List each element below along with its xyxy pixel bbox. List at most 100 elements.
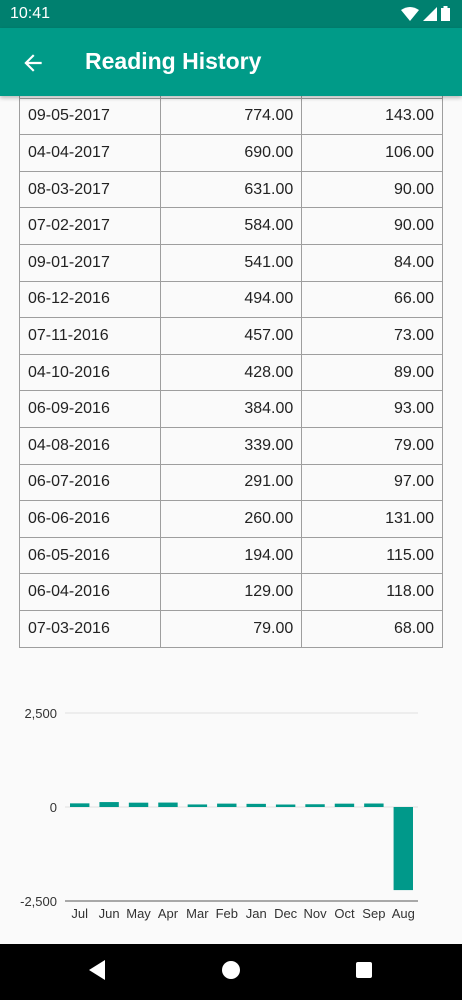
- consumption-cell: 143.00: [301, 97, 443, 136]
- consumption-cell: 84.00: [301, 243, 443, 282]
- bar: [364, 803, 384, 807]
- date-cell: 09-01-2017: [19, 243, 161, 282]
- bar: [70, 803, 90, 807]
- x-tick-label: May: [126, 906, 151, 921]
- date-cell: 07-02-2017: [19, 207, 161, 245]
- bar: [217, 803, 237, 807]
- table-row: 07-03-2016 79.00 68.00: [19, 609, 443, 648]
- reading-history-table: 10-06-2017917.00143.0009-05-2017774.0014…: [19, 96, 443, 662]
- date-cell: 04-04-2017: [19, 134, 161, 172]
- circle-home-icon[interactable]: [220, 958, 242, 982]
- reading-history-chart: 2,500 0 -2,500 Jul Jun May Apr Mar Feb Jan Dec Nov O…: [20, 706, 418, 921]
- table-row: 09-01-2017 541.00 84.00: [19, 243, 443, 282]
- reading-cell: 428.00: [159, 353, 303, 392]
- date-cell: 07-03-2016: [19, 609, 161, 648]
- table-row: 04-10-2016 428.00 89.00: [19, 353, 443, 392]
- table-row: 09-05-2017 774.00 143.00: [19, 97, 443, 136]
- table-row: 04-04-2017 690.00 106.00: [19, 134, 443, 172]
- bar: [305, 804, 325, 807]
- bar: [275, 804, 296, 807]
- reading-cell: 129.00: [159, 573, 303, 611]
- x-tick-label: Nov: [303, 906, 327, 921]
- table-row: 06-09-2016 384.00 93.00: [19, 390, 443, 428]
- consumption-cell: 89.00: [301, 353, 443, 392]
- y-tick-label: -2,500: [20, 894, 57, 909]
- table-row: 06-12-2016 494.00 66.00: [19, 280, 443, 319]
- consumption-cell: 115.00: [301, 536, 443, 575]
- page-title: Reading History: [85, 48, 262, 74]
- consumption-cell: 97.00: [301, 463, 443, 502]
- reading-cell: 291.00: [159, 463, 303, 502]
- date-cell: 04-10-2016: [19, 353, 161, 392]
- table-row: 06-06-2016 260.00 131.00: [19, 500, 443, 538]
- arrow-left-icon[interactable]: [20, 50, 46, 76]
- status-icons: [401, 6, 450, 21]
- square-recents-icon[interactable]: [354, 958, 374, 982]
- consumption-cell: 73.00: [301, 317, 443, 355]
- reading-cell: 384.00: [159, 390, 303, 428]
- x-tick-label: Jan: [246, 906, 267, 921]
- x-tick-label: Mar: [186, 906, 209, 921]
- status-time: 10:41: [10, 5, 51, 22]
- bar: [393, 807, 413, 891]
- battery-icon: [441, 6, 450, 21]
- x-tick-label: Apr: [158, 906, 179, 921]
- date-cell: 09-05-2017: [19, 97, 161, 136]
- reading-cell: 541.00: [159, 243, 303, 282]
- bar: [128, 802, 149, 807]
- app-bar: Reading History: [0, 28, 462, 96]
- consumption-cell: 90.00: [301, 170, 443, 209]
- date-cell: 06-09-2016: [19, 390, 161, 428]
- reading-cell: 457.00: [159, 317, 303, 355]
- consumption-cell: 68.00: [301, 609, 443, 648]
- consumption-cell: 106.00: [301, 134, 443, 172]
- wifi-icon: [401, 6, 419, 21]
- signal-icon: [423, 6, 437, 21]
- x-tick-label: Sep: [362, 906, 385, 921]
- date-cell: 06-06-2016: [19, 500, 161, 538]
- status-bar: 10:41: [0, 0, 462, 28]
- date-cell: 06-04-2016: [19, 573, 161, 611]
- x-tick-label: Dec: [274, 906, 298, 921]
- consumption-cell: 93.00: [301, 390, 443, 428]
- reading-cell: 774.00: [159, 97, 303, 136]
- reading-cell: 194.00: [159, 536, 303, 575]
- consumption-cell: 66.00: [301, 280, 443, 319]
- x-tick-label: Jul: [71, 906, 88, 921]
- bar: [187, 804, 208, 807]
- y-tick-label: 2,500: [24, 706, 57, 721]
- table-row: 07-11-2016 457.00 73.00: [19, 317, 443, 355]
- table-body: 10-06-2017917.00143.0009-05-2017774.0014…: [19, 96, 443, 648]
- reading-cell: 339.00: [159, 426, 303, 465]
- reading-cell: 631.00: [159, 170, 303, 209]
- reading-cell: 584.00: [159, 207, 303, 245]
- bar: [99, 802, 119, 807]
- date-cell: 07-11-2016: [19, 317, 161, 355]
- x-tick-label: Feb: [216, 906, 238, 921]
- bar: [334, 803, 355, 807]
- reading-cell: 79.00: [159, 609, 303, 648]
- date-cell: 06-12-2016: [19, 280, 161, 319]
- navigation-bar: [0, 944, 462, 1000]
- x-tick-label: Oct: [334, 906, 355, 921]
- consumption-cell: 79.00: [301, 426, 443, 465]
- triangle-back-icon[interactable]: [87, 958, 107, 982]
- table-row: 06-07-2016 291.00 97.00: [19, 463, 443, 502]
- y-tick-label: 0: [50, 800, 57, 815]
- table-row: 06-04-2016 129.00 118.00: [19, 573, 443, 611]
- reading-cell: 260.00: [159, 500, 303, 538]
- table-row: 06-05-2016 194.00 115.00: [19, 536, 443, 575]
- consumption-cell: 118.00: [301, 573, 443, 611]
- reading-cell: 494.00: [159, 280, 303, 319]
- reading-cell: 690.00: [159, 134, 303, 172]
- table-row: 07-02-2017 584.00 90.00: [19, 207, 443, 245]
- table-row: 04-08-2016 339.00 79.00: [19, 426, 443, 465]
- x-tick-label: Jun: [99, 906, 120, 921]
- date-cell: 06-05-2016: [19, 536, 161, 575]
- x-tick-label: Aug: [392, 906, 415, 921]
- date-cell: 04-08-2016: [19, 426, 161, 465]
- consumption-cell: 131.00: [301, 500, 443, 538]
- bar: [158, 802, 178, 807]
- consumption-cell: 90.00: [301, 207, 443, 245]
- table-row: 08-03-2017 631.00 90.00: [19, 170, 443, 209]
